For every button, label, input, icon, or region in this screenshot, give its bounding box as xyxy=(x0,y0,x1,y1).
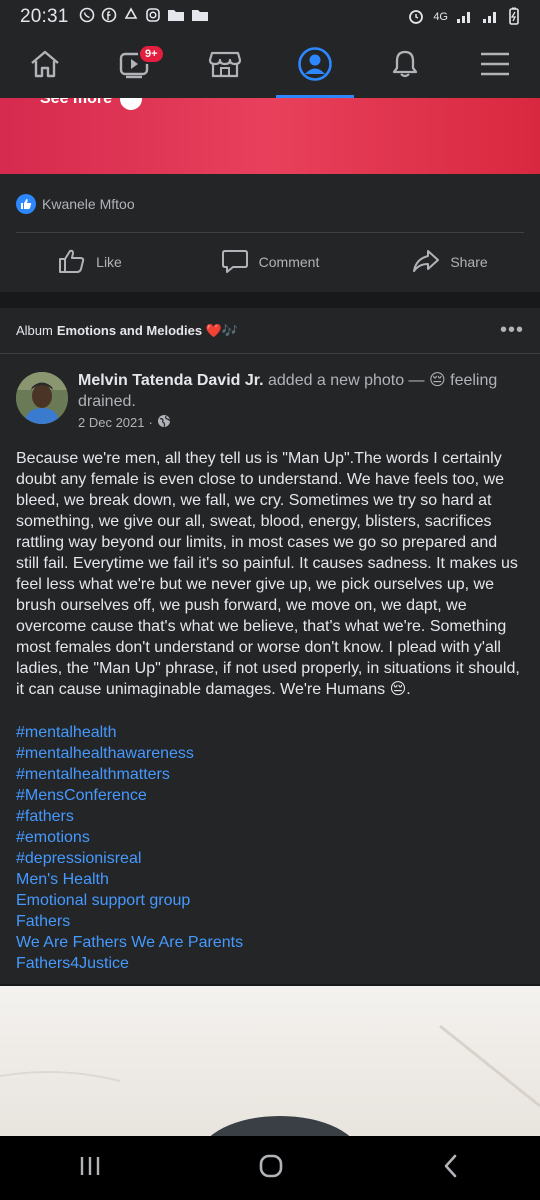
tag-link[interactable]: Fathers4Justice xyxy=(16,953,524,974)
feed-post: Album Emotions and Melodies ❤️🎶 ••• Melv… xyxy=(0,308,540,984)
divider xyxy=(16,232,524,233)
nav-menu[interactable] xyxy=(450,34,540,98)
hashtag-link[interactable]: #depressionisreal xyxy=(16,848,524,869)
post-photo[interactable] xyxy=(0,986,540,1136)
more-options-icon[interactable]: ••• xyxy=(500,319,524,342)
whatsapp-icon xyxy=(79,7,95,28)
hashtag-link[interactable]: #MensConference xyxy=(16,785,524,806)
author-line: Melvin Tatenda David Jr. added a new pho… xyxy=(78,370,524,412)
nav-profile[interactable] xyxy=(270,34,360,98)
tag-link[interactable]: Emotional support group xyxy=(16,890,524,911)
author-name[interactable]: Melvin Tatenda David Jr. xyxy=(78,372,264,389)
like-reaction-icon xyxy=(16,194,36,214)
battery-icon xyxy=(508,7,520,28)
folder-icon xyxy=(167,7,185,28)
like-label: Like xyxy=(96,254,122,270)
post-actions: Like Comment Share xyxy=(0,234,540,290)
hashtag-link[interactable]: #mentalhealthmatters xyxy=(16,764,524,785)
system-status: 4G xyxy=(407,7,520,28)
previous-post-image[interactable]: See more xyxy=(0,98,540,174)
nav-notifications[interactable] xyxy=(360,34,450,98)
signal-icon xyxy=(482,9,500,26)
tag-link[interactable]: We Are Fathers We Are Parents xyxy=(16,932,524,953)
hashtag-link[interactable]: #fathers xyxy=(16,806,524,827)
home-icon xyxy=(29,49,61,84)
comment-label: Comment xyxy=(258,254,320,270)
post-header: Melvin Tatenda David Jr. added a new pho… xyxy=(16,370,524,436)
folder-icon xyxy=(191,7,209,28)
top-navigation: 9+ xyxy=(0,34,540,98)
status-time: 20:31 xyxy=(20,6,69,27)
nav-watch[interactable]: 9+ xyxy=(90,34,180,98)
post-text: Because we're men, all they tell us is "… xyxy=(16,450,525,698)
album-name[interactable]: Emotions and Melodies ❤️🎶 xyxy=(57,323,238,339)
comment-button[interactable]: Comment xyxy=(180,234,360,290)
reaction-summary[interactable]: Kwanele Mftoo xyxy=(16,194,135,214)
see-more-label: See more xyxy=(40,98,113,107)
system-navigation-bar xyxy=(0,1136,540,1200)
like-button[interactable]: Like xyxy=(0,234,180,290)
nav-marketplace[interactable] xyxy=(180,34,270,98)
recent-apps-button[interactable] xyxy=(77,1154,103,1183)
alarm-icon xyxy=(407,7,425,28)
hashtag-link[interactable]: #mentalhealthawareness xyxy=(16,743,524,764)
signal-icon xyxy=(456,9,474,26)
menu-icon xyxy=(479,51,511,82)
tag-link[interactable]: Fathers xyxy=(16,911,524,932)
meta-separator: · xyxy=(148,415,153,430)
home-button[interactable] xyxy=(257,1152,285,1185)
album-prefix: Album xyxy=(16,323,53,338)
network-type: 4G xyxy=(433,11,448,23)
status-bar: 20:31 4G xyxy=(0,0,540,34)
back-button[interactable] xyxy=(439,1153,463,1184)
share-icon xyxy=(412,248,440,277)
reaction-name: Kwanele Mftoo xyxy=(42,196,135,212)
bell-icon xyxy=(389,48,421,85)
share-button[interactable]: Share xyxy=(360,234,540,290)
hashtag-list: #mentalhealth #mentalhealthawareness #me… xyxy=(16,722,524,974)
post-date[interactable]: 2 Dec 2021 xyxy=(78,415,145,430)
hashtag-link[interactable]: #emotions xyxy=(16,827,524,848)
instagram-icon xyxy=(145,7,161,28)
hashtag-link[interactable]: #mentalhealth xyxy=(16,722,524,743)
notification-icons xyxy=(79,6,209,28)
previous-post-footer: Kwanele Mftoo Like Comment Share xyxy=(0,174,540,292)
comment-icon xyxy=(221,248,249,277)
store-icon xyxy=(208,49,242,84)
profile-icon xyxy=(297,46,333,87)
chevron-icon xyxy=(120,98,143,110)
globe-icon xyxy=(157,414,171,431)
share-label: Share xyxy=(450,254,488,270)
see-more-button[interactable]: See more xyxy=(40,98,143,110)
thumbs-up-icon xyxy=(58,248,86,277)
album-header: Album Emotions and Melodies ❤️🎶 ••• xyxy=(0,308,540,354)
nav-home[interactable] xyxy=(0,34,90,98)
avatar[interactable] xyxy=(16,372,68,424)
post-meta: 2 Dec 2021 · xyxy=(78,414,171,431)
facebook-icon xyxy=(101,7,117,28)
notification-badge: 9+ xyxy=(138,44,165,64)
recycle-icon xyxy=(123,6,139,28)
tag-link[interactable]: Men's Health xyxy=(16,869,524,890)
